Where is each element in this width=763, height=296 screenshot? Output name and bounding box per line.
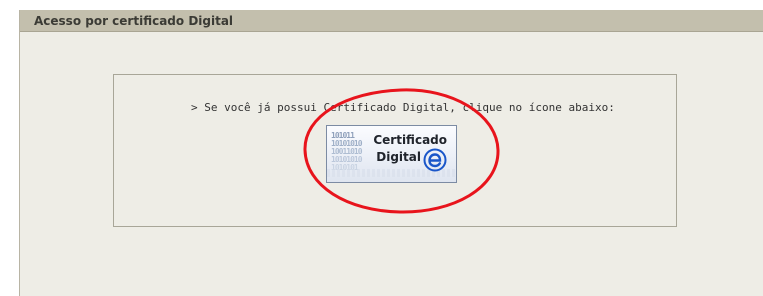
binary-pattern: 101011 10101010 10011010 10101010 101010… (331, 132, 363, 172)
instruction-text: > Se você já possui Certificado Digital,… (191, 101, 615, 114)
panel-title: Acesso por certificado Digital (34, 14, 234, 28)
digital-certificate-button[interactable]: 101011 10101010 10011010 10101010 101010… (326, 125, 457, 183)
certificate-access-panel: Acesso por certificado Digital > Se você… (19, 10, 763, 296)
cert-button-line1: Certificado (373, 133, 447, 147)
panel-header: Acesso por certificado Digital (20, 10, 763, 32)
certificate-content-box: > Se você já possui Certificado Digital,… (113, 74, 677, 227)
e-letter-icon (423, 148, 447, 172)
